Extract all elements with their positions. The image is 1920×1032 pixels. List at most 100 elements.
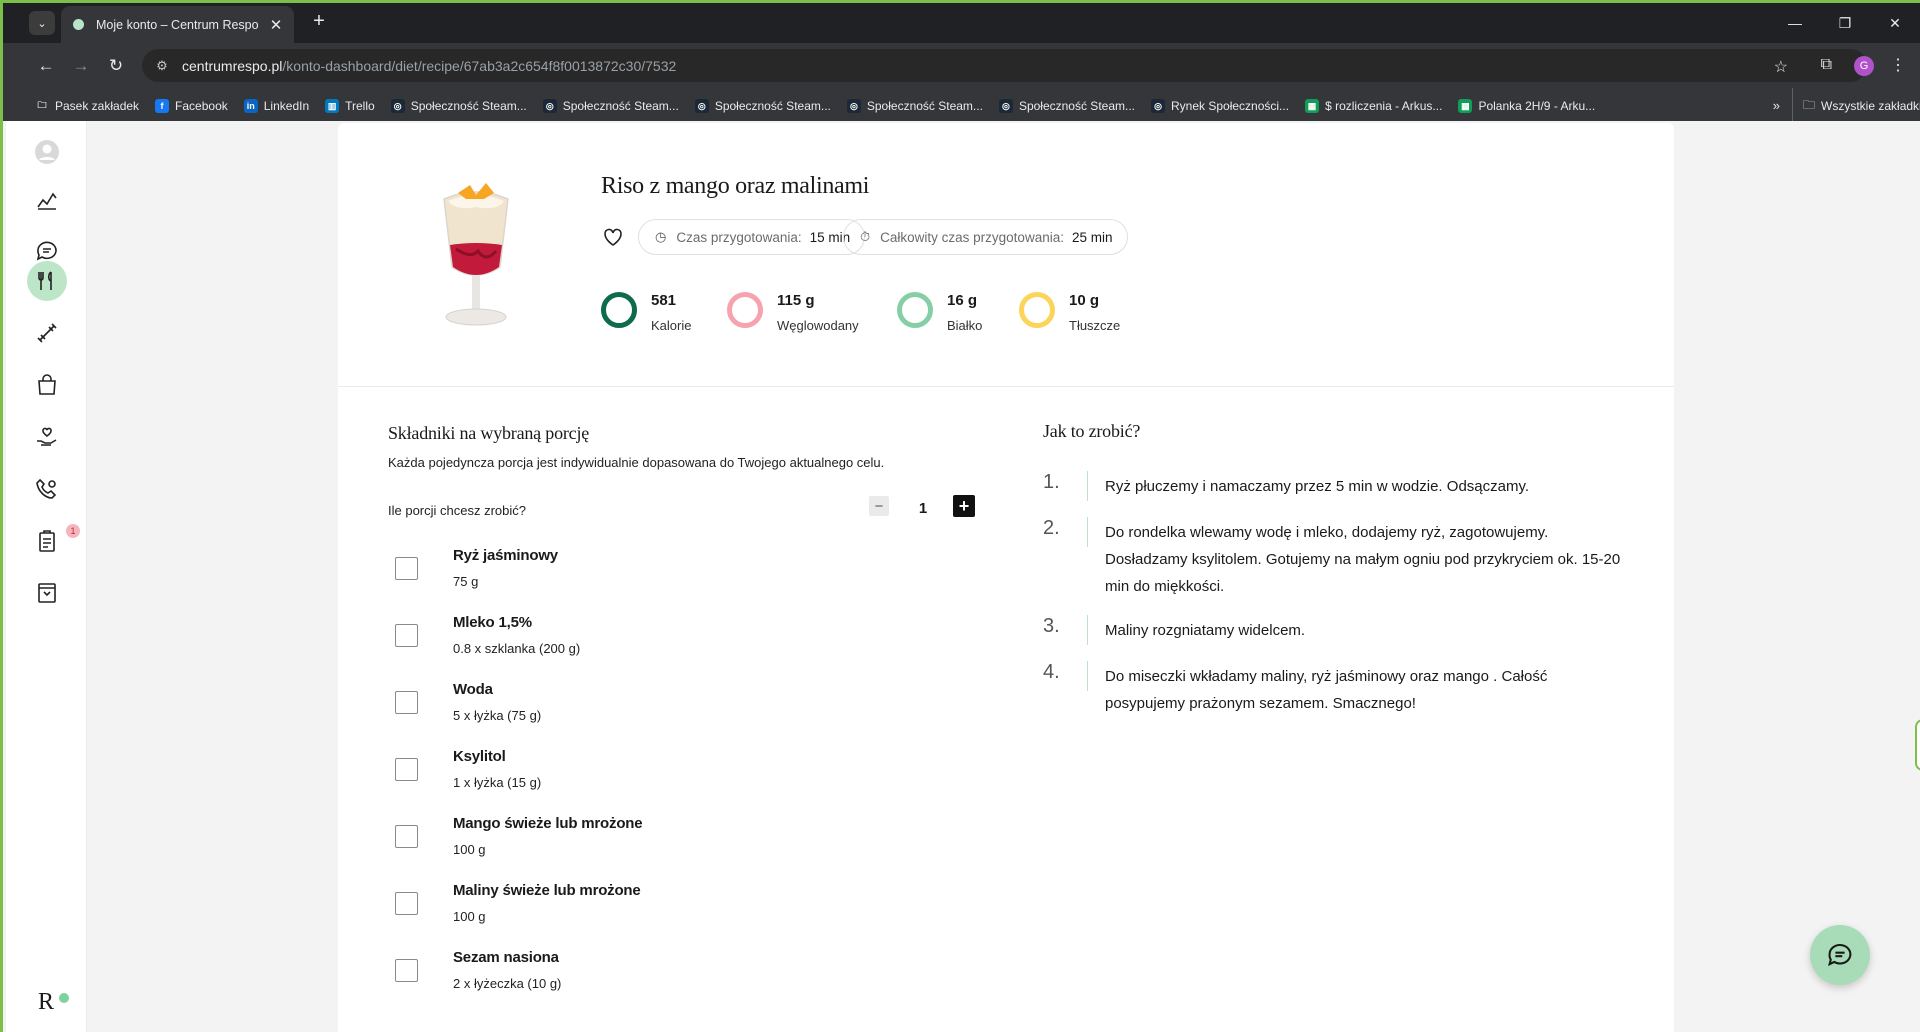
bookmark-label: LinkedIn	[263, 99, 310, 113]
ingredient-checkbox[interactable]	[395, 691, 418, 714]
site-info-icon[interactable]: ⚙	[152, 58, 172, 74]
prep-time-chip: ◷ Czas przygotowania: 15 min	[638, 219, 866, 255]
side-widget-tab[interactable]	[1915, 719, 1920, 771]
portion-increase-button[interactable]: +	[953, 495, 975, 517]
ingredient-checkbox[interactable]	[395, 624, 418, 647]
bookmarks-overflow-button[interactable]: »	[1773, 98, 1780, 113]
macro-value: 10 g	[1069, 292, 1100, 309]
step-text: Do miseczki wkładamy maliny, ryż jaśmino…	[1105, 668, 1548, 712]
new-tab-button[interactable]: +	[307, 10, 331, 33]
step-number: 3.	[1043, 615, 1060, 637]
steps-title: Jak to zrobić?	[1043, 421, 1141, 441]
bookmark-label: Społeczność Steam...	[410, 99, 527, 113]
bookmark-item[interactable]: ◎ Rynek Społeczności...	[1151, 99, 1289, 113]
ingredient-name: Mango świeże lub mrożone	[453, 815, 643, 832]
ingredient-amount: 2 x łyżeczka (10 g)	[453, 976, 562, 991]
ingredient-checkbox[interactable]	[395, 892, 418, 915]
tab-active[interactable]: Moje konto – Centrum Respo ✕	[61, 6, 294, 43]
bookmark-item[interactable]: ◎ Społeczność Steam...	[846, 99, 983, 113]
bookmark-item[interactable]: f Facebook	[155, 99, 228, 113]
ingredient-name: Maliny świeże lub mrożone	[453, 882, 641, 899]
bookmark-item[interactable]: ▦ Polanka 2H/9 - Arku...	[1458, 99, 1595, 113]
tab-search-button[interactable]: ⌄	[29, 11, 55, 35]
sidebar-item-training[interactable]	[6, 311, 87, 355]
recipe-header: Riso z mango oraz malinami ◷ Czas przygo…	[338, 123, 1674, 387]
ingredient-amount: 0.8 x szklanka (200 g)	[453, 641, 581, 656]
bookmark-item[interactable]: ◎ Społeczność Steam...	[694, 99, 831, 113]
site-favicon-icon	[73, 19, 84, 30]
step-divider	[1087, 471, 1088, 501]
extensions-icon[interactable]: ⧉	[1821, 56, 1832, 74]
all-bookmarks-folder[interactable]: 🗀 Wszystkie zakładki	[1792, 88, 1920, 124]
bookmark-item[interactable]: ◎ Społeczność Steam...	[998, 99, 1135, 113]
ingredients-subtitle: Każda pojedyncza porcja jest indywidualn…	[388, 455, 885, 470]
browser-menu-icon[interactable]: ⋮	[1890, 55, 1906, 75]
ingredient-checkbox[interactable]	[395, 557, 418, 580]
step-number: 1.	[1043, 471, 1060, 493]
bookmark-item[interactable]: in LinkedIn	[243, 99, 310, 113]
shopping-bag-icon	[37, 374, 56, 395]
macro-calories: 581 Kalorie	[601, 285, 691, 333]
clipboard-icon	[38, 530, 55, 552]
tab-close-icon[interactable]: ✕	[268, 16, 284, 34]
ingredient-row: Mango świeże lub mrożone 100 g	[388, 815, 948, 875]
back-button[interactable]: ←	[33, 53, 59, 79]
bookmark-star-icon[interactable]: ☆	[1774, 57, 1788, 77]
facebook-icon: f	[155, 99, 170, 113]
trello-icon: ▥	[325, 99, 340, 113]
ingredient-amount: 75 g	[453, 574, 479, 589]
macro-label: Tłuszcze	[1069, 318, 1121, 333]
ingredient-checkbox[interactable]	[395, 825, 418, 848]
sidebar-item-profile[interactable]	[6, 130, 87, 174]
ingredient-name: Mleko 1,5%	[453, 614, 532, 631]
bookmark-item[interactable]: 🗀 Pasek zakładek	[35, 99, 139, 113]
sidebar-item-care[interactable]	[6, 415, 87, 459]
macro-value: 16 g	[947, 292, 978, 309]
linkedin-icon: in	[243, 99, 258, 113]
reload-button[interactable]: ↻	[103, 53, 129, 79]
sheets-icon: ▦	[1458, 99, 1473, 113]
calories-ring-icon	[601, 292, 637, 328]
bookmark-label: Trello	[345, 99, 375, 113]
phone-icon	[35, 478, 56, 499]
bookmark-label: Społeczność Steam...	[1018, 99, 1135, 113]
sidebar-item-archive[interactable]	[6, 571, 87, 615]
address-bar[interactable]: ⚙ centrumrespo.pl/konto-dashboard/diet/r…	[142, 49, 1867, 82]
recipe-photo	[443, 183, 509, 326]
profile-avatar[interactable]: G	[1854, 56, 1874, 76]
step-text: Ryż płuczemy i namaczamy przez 5 min w w…	[1105, 478, 1530, 495]
step-divider	[1087, 661, 1088, 691]
total-time-label: Całkowity czas przygotowania:	[880, 229, 1064, 245]
sidebar-item-progress[interactable]	[6, 177, 87, 221]
forward-button[interactable]: →	[68, 53, 94, 79]
heart-icon[interactable]	[601, 225, 625, 249]
close-window-button[interactable]: ✕	[1870, 3, 1920, 43]
bookmark-item[interactable]: ▥ Trello	[325, 99, 375, 113]
bookmark-item[interactable]: ◎ Społeczność Steam...	[390, 99, 527, 113]
respo-logo-dot	[59, 993, 69, 1003]
sidebar-item-shop[interactable]	[6, 363, 87, 407]
chat-bubble-icon	[1828, 943, 1852, 967]
url-text[interactable]: centrumrespo.pl/konto-dashboard/diet/rec…	[182, 58, 676, 74]
chart-icon	[36, 192, 57, 210]
ingredient-checkbox[interactable]	[395, 758, 418, 781]
ingredient-row: Ksylitol 1 x łyżka (15 g)	[388, 748, 948, 808]
steam-icon: ◎	[998, 99, 1013, 113]
ingredient-checkbox[interactable]	[395, 959, 418, 982]
hand-heart-icon	[36, 427, 56, 446]
sidebar-item-consultation[interactable]	[6, 467, 87, 511]
steam-icon: ◎	[390, 99, 405, 113]
url-host: centrumrespo.pl	[182, 57, 283, 74]
ingredient-row: Mleko 1,5% 0.8 x szklanka (200 g)	[388, 614, 948, 674]
bookmark-item[interactable]: ▦ $ rozliczenia - Arkus...	[1305, 99, 1442, 113]
bookmark-label: Facebook	[175, 99, 228, 113]
tab-strip: ⌄ Moje konto – Centrum Respo ✕ + — ❐ ✕	[3, 3, 1920, 43]
recipe-title: Riso z mango oraz malinami	[601, 173, 870, 199]
chat-support-button[interactable]	[1810, 925, 1870, 985]
sidebar-item-diet[interactable]	[6, 259, 87, 303]
portion-decrease-button[interactable]: −	[869, 496, 889, 516]
bookmark-item[interactable]: ◎ Społeczność Steam...	[542, 99, 679, 113]
restore-button[interactable]: ❐	[1820, 3, 1870, 43]
bookmark-label: Społeczność Steam...	[562, 99, 679, 113]
minimize-button[interactable]: —	[1770, 3, 1820, 43]
